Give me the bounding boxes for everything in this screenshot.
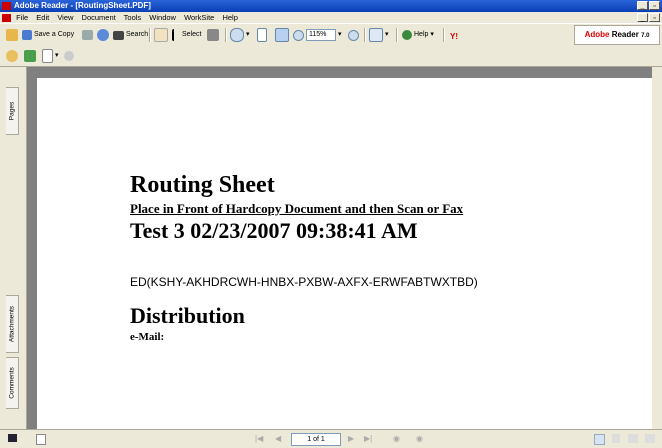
single-page-layout-icon[interactable] [594, 434, 605, 445]
next-view-icon[interactable]: ◉ [416, 434, 423, 443]
fit-width-icon[interactable] [275, 28, 289, 42]
help-button[interactable]: Help [414, 27, 428, 43]
zoom-out-icon[interactable] [293, 29, 304, 41]
menu-view[interactable]: View [57, 13, 73, 22]
sign-document-icon[interactable] [42, 49, 53, 63]
last-page-icon[interactable]: ▶| [364, 434, 372, 443]
menu-tools[interactable]: Tools [124, 13, 142, 22]
secondary-toolbar: ▾ [0, 46, 662, 67]
document-subtitle: Place in Front of Hardcopy Document and … [130, 201, 464, 216]
select-text-icon[interactable] [172, 29, 180, 41]
document-title: Routing Sheet [130, 172, 275, 198]
distribution-heading: Distribution [130, 303, 245, 328]
document-status-icon[interactable] [36, 434, 46, 445]
test-line: Test 3 02/23/2007 09:38:41 AM [130, 218, 418, 243]
status-bar: |◀ ◀ 1 of 1 ▶ ▶| ◉ ◉ [0, 429, 662, 448]
rotate-dropdown-icon[interactable]: ▾ [385, 27, 389, 43]
zoom-dropdown-icon[interactable]: ▾ [246, 27, 250, 43]
rotate-view-icon[interactable] [369, 28, 383, 42]
tab-pages[interactable]: Pages [6, 87, 19, 135]
facing-layout-icon[interactable] [628, 434, 638, 443]
doc-restore-button[interactable]: ▫ [649, 13, 660, 22]
email-icon[interactable] [97, 29, 109, 41]
menu-window[interactable]: Window [149, 13, 176, 22]
toggle-navigation-icon[interactable] [8, 434, 17, 442]
vertical-scrollbar[interactable] [652, 67, 660, 429]
menu-file[interactable]: File [16, 13, 28, 22]
tab-attachments[interactable]: Attachments [6, 295, 19, 353]
tab-comments[interactable]: Comments [6, 357, 19, 409]
navigation-panel: Pages Attachments Comments [0, 67, 27, 429]
window-title: Adobe Reader - [RoutingSheet.PDF] [14, 1, 151, 10]
maximize-button[interactable]: ▫ [649, 1, 660, 10]
yahoo-toolbar-icon[interactable]: Y! [450, 29, 470, 41]
first-page-icon[interactable]: |◀ [255, 434, 263, 443]
zoom-in-icon[interactable] [230, 28, 244, 42]
menu-help[interactable]: Help [222, 13, 237, 22]
sign-dropdown-icon[interactable]: ▾ [55, 48, 59, 64]
search-button[interactable]: Search [126, 27, 148, 43]
hand-tool-icon[interactable] [154, 28, 168, 42]
menu-bar: File Edit View Document Tools Window Wor… [0, 12, 662, 23]
adobe-reader-logo: Adobe Reader 7.0 [574, 25, 660, 45]
binoculars-icon[interactable] [113, 30, 124, 40]
open-folder-icon[interactable] [6, 29, 18, 41]
doc-minimize-button[interactable]: _ [637, 13, 648, 22]
zoom-input[interactable]: 115% [306, 29, 336, 41]
stamp-icon[interactable] [64, 51, 74, 61]
save-copy-button[interactable]: Save a Copy [34, 27, 74, 43]
print-icon[interactable] [82, 30, 93, 40]
continuous-facing-layout-icon[interactable] [645, 434, 655, 443]
actual-size-icon[interactable] [257, 28, 267, 42]
doc-icon [2, 14, 11, 23]
app-icon [2, 2, 11, 10]
save-copy-icon[interactable] [22, 30, 32, 40]
minimize-button[interactable]: _ [637, 1, 648, 10]
menu-document[interactable]: Document [82, 13, 116, 22]
select-button[interactable]: Select [182, 27, 201, 43]
page-number-field[interactable]: 1 of 1 [291, 433, 341, 446]
help-icon[interactable] [402, 30, 412, 40]
pdf-page[interactable] [37, 78, 660, 429]
organizer-icon[interactable] [6, 50, 18, 62]
ed-code: ED(KSHY-AKHDRCWH-HNBX-PXBW-AXFX-ERWFABTW… [130, 275, 478, 289]
next-page-icon[interactable]: ▶ [348, 434, 354, 443]
main-toolbar: Save a Copy Search Select ▾ 115% ▾ ▾ Hel… [0, 23, 662, 47]
email-label: e-Mail: [130, 331, 165, 343]
help-dropdown-icon[interactable]: ▾ [430, 27, 434, 43]
menu-edit[interactable]: Edit [36, 13, 49, 22]
snapshot-icon[interactable] [207, 29, 219, 41]
zoom-select-arrow-icon[interactable]: ▾ [338, 27, 342, 43]
continuous-layout-icon[interactable] [612, 434, 620, 443]
zoom-in-plus-icon[interactable] [348, 29, 359, 41]
title-bar: Adobe Reader - [RoutingSheet.PDF] _ ▫ [0, 0, 662, 12]
previous-view-icon[interactable]: ◉ [393, 434, 400, 443]
send-document-icon[interactable] [24, 50, 36, 62]
menu-worksite[interactable]: WorkSite [184, 13, 214, 22]
previous-page-icon[interactable]: ◀ [275, 434, 281, 443]
